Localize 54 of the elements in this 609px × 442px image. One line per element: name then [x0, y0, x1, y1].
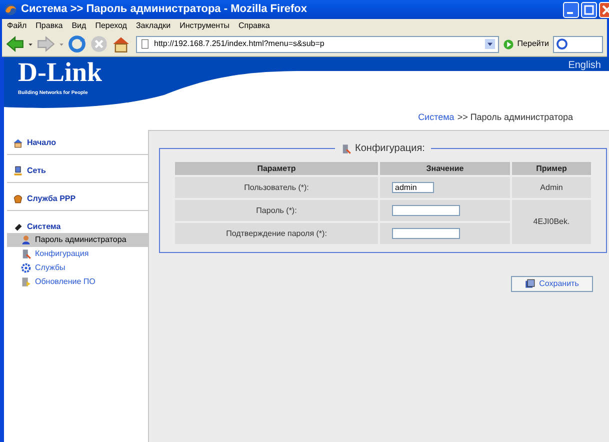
sidebar-subitem[interactable]: Обновление ПО [7, 275, 148, 289]
config-legend: Конфигурация: [335, 141, 431, 156]
search-field[interactable] [553, 36, 603, 52]
go-button[interactable]: Перейти [503, 38, 549, 50]
document-tool-icon [341, 144, 352, 154]
sidebar-item[interactable]: Начало [7, 136, 148, 149]
sidebar-item[interactable]: Система [7, 220, 148, 233]
table-cell: Подтверждение пароля (*): [175, 223, 378, 244]
save-button[interactable]: Сохранить [511, 276, 593, 292]
breadcrumb-link[interactable]: Система [418, 111, 454, 125]
column-header: Пример [512, 162, 591, 175]
column-header: Значение [380, 162, 510, 175]
address-field[interactable]: http://192.168.7.251/index.html?menu=s&sub=p [136, 36, 500, 52]
page-icon [140, 39, 150, 49]
window-title: Система >> Пароль администратора - Mozilla Firefox [21, 2, 308, 18]
search-engine-icon [556, 38, 568, 50]
gear-icon [21, 263, 31, 273]
table-cell: Пароль (*): [175, 200, 378, 221]
browser-logo-icon [4, 3, 17, 16]
reload-icon[interactable] [68, 35, 86, 53]
sidebar-subitem[interactable]: Пароль администратора [7, 233, 148, 247]
input-field[interactable] [392, 228, 460, 239]
menu-item[interactable]: Файл [7, 20, 27, 32]
dropdown-caret-icon[interactable] [28, 42, 33, 46]
computer-icon [13, 166, 23, 176]
home-icon[interactable] [112, 35, 130, 53]
table-cell: Admin [512, 177, 591, 198]
sidebar-item[interactable]: Сеть [7, 164, 148, 177]
language-link[interactable]: English [568, 58, 601, 73]
table-cell: 4EJI0Bek. [512, 200, 591, 244]
logo: D-Link [18, 59, 102, 86]
maximize-icon[interactable] [581, 2, 597, 18]
play-circle-icon [503, 38, 514, 50]
house-icon [13, 138, 23, 148]
input-field[interactable]: admin [392, 182, 434, 193]
dropdown-caret-icon[interactable] [485, 38, 496, 50]
sidebar-subitem[interactable]: Службы [7, 261, 148, 275]
document-tool-icon [21, 249, 31, 259]
table-cell: Пользователь (*): [175, 177, 378, 198]
menu-item[interactable]: Справка [238, 20, 270, 32]
menu-item[interactable]: Переход [95, 20, 127, 32]
floppy-disk-icon [525, 279, 536, 289]
sidebar-item[interactable]: Служба PPP [7, 192, 148, 205]
back-arrow-icon[interactable] [6, 35, 24, 53]
menu-item[interactable]: Закладки [136, 20, 171, 32]
column-header: Параметр [175, 162, 378, 175]
user-icon [21, 235, 31, 245]
input-field[interactable] [392, 205, 460, 216]
menu-item[interactable]: Инструменты [180, 20, 230, 32]
menu-item[interactable]: Вид [72, 20, 86, 32]
breadcrumb-text: >> Пароль администратора [457, 111, 573, 124]
menu-item[interactable]: Правка [36, 20, 63, 32]
minimize-icon[interactable] [563, 2, 579, 18]
sidebar-subitem[interactable]: Конфигурация [7, 247, 148, 261]
